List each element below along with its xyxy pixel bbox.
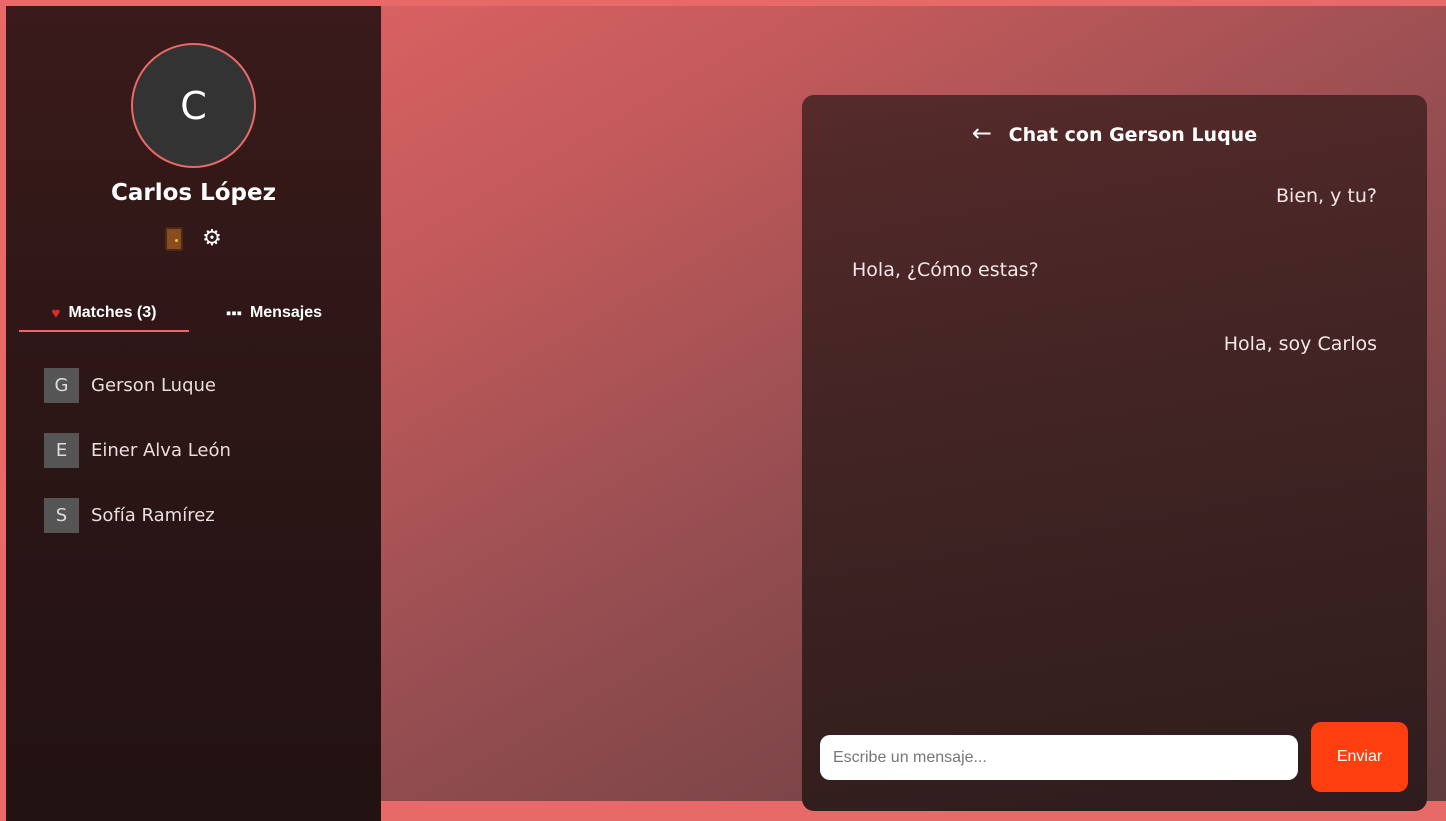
match-item[interactable]: E Einer Alva León xyxy=(44,433,364,468)
message-input[interactable] xyxy=(820,735,1298,780)
avatar: C xyxy=(131,43,256,168)
heart-icon: ♥ xyxy=(51,304,61,322)
match-item[interactable]: S Sofía Ramírez xyxy=(44,498,364,533)
chat-message: Hola, soy Carlos xyxy=(1223,333,1377,355)
send-button[interactable]: Enviar xyxy=(1311,722,1408,792)
chat-message: Bien, y tu? xyxy=(1276,185,1377,207)
chat-title: Chat con Gerson Luque xyxy=(1008,124,1258,146)
back-arrow-icon[interactable]: ← xyxy=(972,119,992,147)
gear-icon[interactable]: ⚙ xyxy=(202,226,222,251)
tab-matches-label: Matches (3) xyxy=(68,304,157,321)
door-icon[interactable] xyxy=(165,227,184,251)
profile-actions: ⚙ xyxy=(6,226,381,251)
sidebar: C Carlos López ⚙ ♥ Matches (3) ▪▪▪ Mensa… xyxy=(6,6,381,821)
tab-matches[interactable]: ♥ Matches (3) xyxy=(19,296,189,332)
sidebar-tabs: ♥ Matches (3) ▪▪▪ Mensajes xyxy=(19,296,359,332)
match-avatar: G xyxy=(44,368,79,403)
tab-messages[interactable]: ▪▪▪ Mensajes xyxy=(189,296,359,332)
match-avatar: S xyxy=(44,498,79,533)
match-avatar: E xyxy=(44,433,79,468)
match-name: Einer Alva León xyxy=(91,440,231,461)
match-name: Sofía Ramírez xyxy=(91,505,215,526)
profile-name: Carlos López xyxy=(110,180,277,206)
match-name: Gerson Luque xyxy=(91,375,216,396)
chat-panel: ← Chat con Gerson Luque Bien, y tu? Hola… xyxy=(802,95,1427,811)
speech-bubble-icon: ▪▪▪ xyxy=(226,304,242,322)
tab-messages-label: Mensajes xyxy=(249,304,322,321)
chat-header: ← Chat con Gerson Luque xyxy=(802,119,1427,147)
match-list: G Gerson Luque E Einer Alva León S Sofía… xyxy=(44,368,364,563)
match-item[interactable]: G Gerson Luque xyxy=(44,368,364,403)
chat-message: Hola, ¿Cómo estas? xyxy=(852,259,1039,281)
